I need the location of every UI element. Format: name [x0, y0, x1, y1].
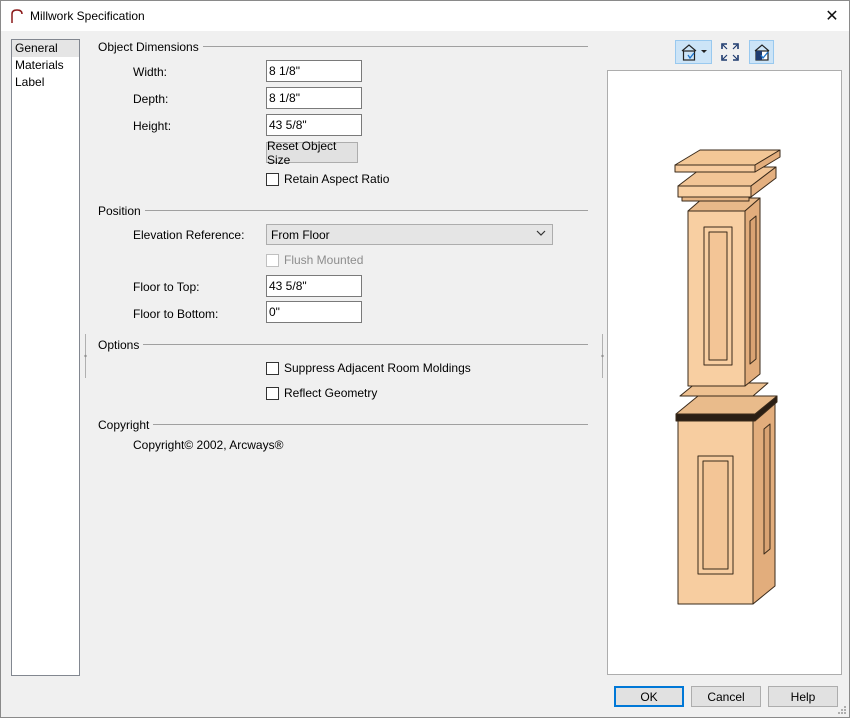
- millwork-pillar-image: [674, 149, 781, 605]
- depth-field[interactable]: [266, 87, 362, 109]
- title-bar: Millwork Specification ✕: [1, 1, 849, 31]
- floor-to-top-field[interactable]: [266, 275, 362, 297]
- checkbox-box: [266, 253, 279, 267]
- fit-to-window-icon: [721, 43, 739, 61]
- suppress-adjacent-room-moldings-label: Suppress Adjacent Room Moldings: [284, 361, 471, 375]
- camera-view-dropdown-button[interactable]: [675, 40, 712, 64]
- divider: [98, 344, 588, 345]
- flush-mounted-label: Flush Mounted: [284, 253, 364, 267]
- fit-to-window-button[interactable]: [718, 40, 742, 64]
- group-title-dimensions: Object Dimensions: [98, 40, 203, 54]
- dialog-window: Millwork Specification ✕ General Materia…: [0, 0, 850, 718]
- floor-to-bottom-label: Floor to Bottom:: [133, 307, 219, 321]
- group-title-copyright: Copyright: [98, 418, 154, 432]
- retain-aspect-ratio-label: Retain Aspect Ratio: [284, 172, 390, 186]
- nav-item-label[interactable]: Label: [12, 74, 79, 91]
- checkbox-box: [266, 361, 279, 375]
- height-label: Height:: [133, 119, 172, 133]
- height-field[interactable]: [266, 114, 362, 136]
- app-icon: [11, 9, 23, 23]
- nav-item-general[interactable]: General: [12, 40, 79, 57]
- close-button[interactable]: ✕: [815, 1, 849, 31]
- show-materials-icon: [754, 44, 769, 61]
- floor-to-top-label: Floor to Top:: [133, 280, 200, 294]
- elevation-reference-select[interactable]: From Floor: [266, 224, 553, 245]
- divider: [98, 210, 588, 211]
- cancel-button[interactable]: Cancel: [691, 686, 761, 707]
- chevron-down-icon: [536, 230, 546, 236]
- checkbox-box: [266, 386, 279, 400]
- window-title: Millwork Specification: [30, 9, 145, 23]
- resize-grip-icon[interactable]: [837, 705, 847, 715]
- reflect-geometry-label: Reflect Geometry: [284, 386, 378, 400]
- checkbox-box: [266, 172, 279, 186]
- show-materials-button[interactable]: [749, 40, 774, 64]
- copyright-text: Copyright© 2002, Arcways®: [133, 438, 284, 452]
- splitter-handle-right[interactable]: [601, 334, 604, 378]
- flush-mounted-checkbox: Flush Mounted: [266, 253, 363, 267]
- group-title-options: Options: [98, 338, 144, 352]
- elevation-reference-label: Elevation Reference:: [133, 228, 245, 242]
- width-field[interactable]: [266, 60, 362, 82]
- retain-aspect-ratio-checkbox[interactable]: Retain Aspect Ratio: [266, 172, 389, 186]
- reset-object-size-button[interactable]: Reset Object Size: [266, 139, 358, 167]
- group-title-position: Position: [98, 204, 145, 218]
- ok-button[interactable]: OK: [614, 686, 684, 707]
- category-list: General Materials Label: [11, 39, 80, 676]
- divider: [98, 424, 588, 425]
- preview-panel[interactable]: [607, 70, 842, 675]
- depth-label: Depth:: [133, 92, 169, 106]
- floor-to-bottom-field[interactable]: [266, 301, 362, 323]
- close-icon: ✕: [825, 8, 839, 25]
- suppress-adjacent-room-moldings-checkbox[interactable]: Suppress Adjacent Room Moldings: [266, 361, 471, 375]
- width-label: Width:: [133, 65, 168, 79]
- reflect-geometry-checkbox[interactable]: Reflect Geometry: [266, 386, 377, 400]
- help-button[interactable]: Help: [768, 686, 838, 707]
- splitter-handle-left[interactable]: [84, 334, 87, 378]
- nav-item-materials[interactable]: Materials: [12, 57, 79, 74]
- elevation-reference-value: From Floor: [271, 228, 330, 242]
- camera-view-icon: [681, 44, 707, 61]
